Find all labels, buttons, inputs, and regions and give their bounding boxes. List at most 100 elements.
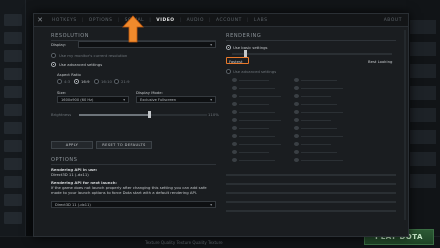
close-icon[interactable]: ✕ — [34, 16, 46, 24]
sidebar-tile[interactable] — [4, 50, 22, 62]
render-option-label — [239, 96, 281, 97]
render-option-toggle[interactable] — [294, 126, 299, 130]
friend-tile[interactable] — [410, 20, 436, 34]
render-option-toggle[interactable] — [232, 102, 237, 106]
render-option-label — [301, 128, 337, 129]
sidebar-tile[interactable] — [4, 212, 22, 224]
sidebar-tile[interactable] — [4, 122, 22, 134]
render-option-toggle[interactable] — [232, 94, 237, 98]
friend-tile[interactable] — [410, 130, 436, 144]
tab-labs[interactable]: LABS — [247, 18, 274, 23]
render-option-toggle[interactable] — [294, 134, 299, 138]
render-slider-track[interactable] — [226, 201, 396, 203]
tab-hotkeys[interactable]: HOTKEYS — [46, 18, 83, 23]
render-option-label — [239, 160, 275, 161]
left-sidebar — [0, 0, 26, 248]
render-slider-track[interactable] — [226, 183, 396, 185]
brightness-slider-fill — [79, 114, 150, 116]
aspect-4-3-label: 4:3 — [64, 79, 71, 84]
friend-tile[interactable] — [410, 174, 436, 188]
reset-to-defaults-button[interactable]: RESET TO DEFAULTS — [96, 141, 152, 149]
tab-options[interactable]: OPTIONS — [82, 18, 119, 23]
aspect-16-9-radio[interactable] — [74, 79, 79, 84]
render-option-label — [301, 144, 331, 145]
sidebar-tile[interactable] — [4, 158, 22, 170]
render-option-toggle[interactable] — [232, 86, 237, 90]
sidebar-tile[interactable] — [4, 176, 22, 188]
friend-tile[interactable] — [410, 152, 436, 166]
brightness-slider-knob[interactable] — [148, 111, 152, 118]
render-option-toggle[interactable] — [294, 110, 299, 114]
sidebar-tile[interactable] — [4, 86, 22, 98]
use-basic-radio[interactable] — [226, 45, 231, 50]
next-launch-value: Direct3D 11 (-dx11) — [55, 202, 91, 207]
render-option-toggle[interactable] — [232, 142, 237, 146]
bottom-status-text: Texture Quality Texture Quality Texture — [145, 240, 223, 245]
friend-tile[interactable] — [410, 86, 436, 100]
render-option-toggle[interactable] — [294, 158, 299, 162]
quality-slider-knob[interactable] — [243, 50, 247, 57]
tab-audio[interactable]: AUDIO — [180, 18, 210, 23]
render-option-toggle[interactable] — [294, 150, 299, 154]
sidebar-tile[interactable] — [4, 32, 22, 44]
sidebar-tile[interactable] — [4, 140, 22, 152]
size-dropdown[interactable]: 1600x900 (60 Hz) ▾ — [57, 96, 129, 103]
use-advanced-render-label: Use advanced settings — [233, 69, 277, 74]
render-option-toggle[interactable] — [294, 78, 299, 82]
display-dropdown[interactable]: ▾ — [78, 41, 216, 48]
tab-about[interactable]: ABOUT — [378, 18, 408, 23]
aspect-21-9-radio[interactable] — [114, 79, 119, 84]
options-heading: OPTIONS — [51, 157, 78, 163]
apply-button[interactable]: APPLY — [51, 141, 93, 149]
next-launch-note: If the game does not launch properly aft… — [51, 185, 207, 195]
divider — [51, 164, 216, 165]
render-option-label — [239, 120, 281, 121]
use-advanced-label: Use advanced settings — [59, 62, 103, 67]
render-option-toggle[interactable] — [232, 110, 237, 114]
sidebar-tile[interactable] — [4, 14, 22, 26]
quality-slider-track[interactable] — [232, 53, 392, 55]
friend-tile[interactable] — [410, 108, 436, 122]
display-mode-dropdown[interactable]: Exclusive Fullscreen ▾ — [136, 96, 216, 103]
render-option-label — [239, 104, 269, 105]
use-advanced-render-radio[interactable] — [226, 69, 231, 74]
use-monitor-radio[interactable] — [51, 53, 56, 58]
render-api-value: Direct3D 11 (-dx11) — [51, 172, 89, 177]
friend-tile[interactable] — [410, 42, 436, 56]
render-slider-track[interactable] — [226, 174, 396, 176]
aspect-4-3-radio[interactable] — [57, 79, 62, 84]
scrollbar[interactable] — [404, 30, 406, 220]
chevron-down-icon: ▾ — [210, 98, 212, 102]
render-option-toggle[interactable] — [232, 150, 237, 154]
render-option-toggle[interactable] — [294, 86, 299, 90]
aspect-21-9-label: 21:9 — [121, 79, 130, 84]
render-option-toggle[interactable] — [294, 94, 299, 98]
aspect-16-10-label: 16:10 — [101, 79, 112, 84]
brightness-label: Brightness — [51, 112, 72, 117]
display-label: Display: — [51, 42, 66, 47]
render-option-toggle[interactable] — [294, 102, 299, 106]
aspect-ratio-label: Aspect Ratio — [57, 72, 81, 77]
render-option-toggle[interactable] — [232, 134, 237, 138]
sidebar-tile[interactable] — [4, 68, 22, 80]
render-option-label — [239, 136, 275, 137]
render-slider-track[interactable] — [226, 210, 396, 212]
render-option-toggle[interactable] — [232, 158, 237, 162]
tab-account[interactable]: ACCOUNT — [209, 18, 248, 23]
use-advanced-radio[interactable] — [51, 62, 56, 67]
render-option-label — [239, 80, 269, 81]
render-slider-track[interactable] — [226, 192, 396, 194]
right-sidebar — [406, 0, 440, 248]
sidebar-tile[interactable] — [4, 104, 22, 116]
render-option-toggle[interactable] — [232, 118, 237, 122]
render-option-toggle[interactable] — [294, 118, 299, 122]
fastest-label: Fastest — [229, 59, 243, 64]
render-option-toggle[interactable] — [294, 142, 299, 146]
tab-video[interactable]: VIDEO — [149, 18, 180, 23]
sidebar-tile[interactable] — [4, 194, 22, 206]
aspect-16-10-radio[interactable] — [94, 79, 99, 84]
render-option-toggle[interactable] — [232, 126, 237, 130]
render-option-toggle[interactable] — [232, 78, 237, 82]
friend-tile[interactable] — [410, 64, 436, 78]
render-api-dropdown[interactable]: Direct3D 11 (-dx11) ▾ — [51, 201, 216, 208]
